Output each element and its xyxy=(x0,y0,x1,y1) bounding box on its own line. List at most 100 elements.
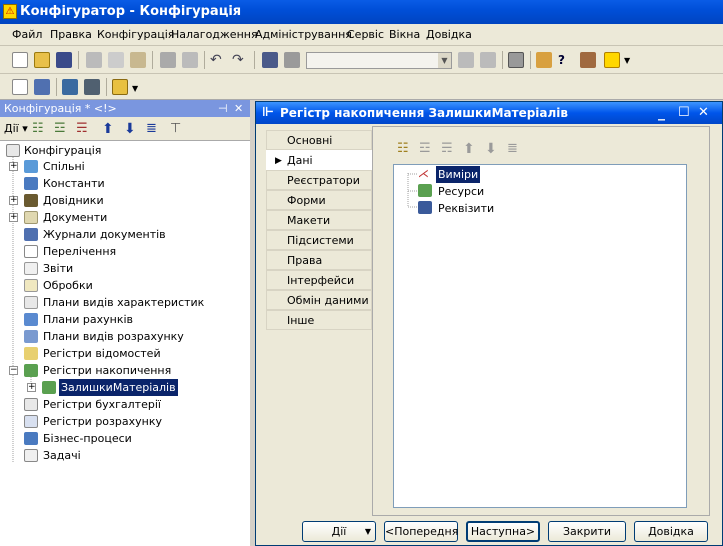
menu-help[interactable]: Довідка xyxy=(426,28,472,41)
tree-item-configuration[interactable]: Конфігурація xyxy=(24,142,101,159)
edit-icon[interactable]: ☲ xyxy=(419,141,435,157)
help-button[interactable]: Довідка xyxy=(634,521,708,542)
tree-item-business-processes[interactable]: Бізнес-процеси xyxy=(43,430,132,447)
tree-item-chart-of-accounts[interactable]: Плани рахунків xyxy=(43,311,133,328)
tab-interfaces[interactable]: Інтерфейси xyxy=(266,270,372,290)
window-icon[interactable] xyxy=(84,79,100,95)
expand-icon[interactable]: + xyxy=(9,213,18,222)
tab-templates[interactable]: Макети xyxy=(266,210,372,230)
app-logo-icon: ⚠ xyxy=(3,4,17,19)
delete-icon[interactable]: ☴ xyxy=(76,121,92,137)
tree-item-catalogs[interactable]: Довідники xyxy=(43,192,104,209)
preview-icon[interactable] xyxy=(182,52,198,68)
actions-button[interactable]: Дії ▼ xyxy=(302,521,376,542)
toolbar-config: ▼ xyxy=(0,74,723,100)
tree-item-char-types[interactable]: Плани видів характеристик xyxy=(43,294,204,311)
move-up-icon[interactable]: ⬆ xyxy=(102,121,118,137)
save-icon[interactable] xyxy=(56,52,72,68)
actions-menu[interactable]: Дії ▾ xyxy=(4,122,28,135)
tab-other[interactable]: Інше xyxy=(266,310,372,330)
undo-icon[interactable]: ↶ xyxy=(210,52,226,68)
common-icon xyxy=(24,160,38,173)
add-icon[interactable]: ☷ xyxy=(32,121,48,137)
bookmark-next-icon[interactable] xyxy=(480,52,496,68)
open-folder-icon[interactable] xyxy=(34,52,50,68)
about-icon[interactable] xyxy=(604,52,620,68)
db-config-icon[interactable] xyxy=(62,79,78,95)
paste-icon[interactable] xyxy=(130,52,146,68)
tab-data-exchange[interactable]: Обмін даними xyxy=(266,290,372,310)
expand-icon[interactable]: + xyxy=(27,383,36,392)
chevron-down-icon[interactable]: ▼ xyxy=(624,56,630,65)
copy-icon[interactable] xyxy=(108,52,124,68)
tree-item-accum-registers[interactable]: Регістри накопичення xyxy=(43,362,171,379)
menu-edit[interactable]: Правка xyxy=(50,28,92,41)
tree-item-journals[interactable]: Журнали документів xyxy=(43,226,166,243)
menu-windows[interactable]: Вікна xyxy=(389,28,420,41)
open-config-icon[interactable] xyxy=(12,79,28,95)
tree-item-enums[interactable]: Перелічення xyxy=(43,243,116,260)
tree-item-common[interactable]: Спільні xyxy=(43,158,85,175)
menu-debug[interactable]: Налагодження xyxy=(171,28,258,41)
tab-basic[interactable]: Основні xyxy=(266,130,372,150)
print-icon[interactable] xyxy=(160,52,176,68)
redo-icon[interactable]: ↷ xyxy=(232,52,248,68)
cut-icon[interactable] xyxy=(86,52,102,68)
tree-item-zalyshky-materialiv[interactable]: ЗалишкиМатеріалів xyxy=(59,379,178,396)
data-tree-attributes[interactable]: Реквізити xyxy=(438,200,494,217)
help-search-icon[interactable]: ? xyxy=(558,52,574,68)
tree-item-reports[interactable]: Звіти xyxy=(43,260,73,277)
menu-file[interactable]: Файл xyxy=(12,28,42,41)
update-db-icon[interactable] xyxy=(34,79,50,95)
close-icon[interactable]: ✕ xyxy=(698,102,709,124)
expand-icon[interactable]: + xyxy=(9,196,18,205)
find-next-icon[interactable] xyxy=(284,52,300,68)
windows-icon[interactable] xyxy=(508,52,524,68)
tab-forms[interactable]: Форми xyxy=(266,190,372,210)
debug-start-icon[interactable] xyxy=(112,79,128,95)
assistant-icon[interactable] xyxy=(536,52,552,68)
tree-item-documents[interactable]: Документи xyxy=(43,209,107,226)
tree-item-constants[interactable]: Константи xyxy=(43,175,105,192)
data-tree-resources[interactable]: Ресурси xyxy=(438,183,484,200)
add-icon[interactable]: ☷ xyxy=(397,141,413,157)
chevron-down-icon[interactable]: ▼ xyxy=(438,53,451,68)
menu-administration[interactable]: Адміністрування xyxy=(255,28,352,41)
tree-item-processing[interactable]: Обробки xyxy=(43,277,93,294)
tab-data[interactable]: ▶ Дані xyxy=(266,150,372,170)
close-button[interactable]: Закрити xyxy=(548,521,626,542)
data-tree-dimensions[interactable]: Виміри xyxy=(436,166,481,183)
new-file-icon[interactable] xyxy=(12,52,28,68)
expand-icon[interactable]: + xyxy=(9,162,18,171)
move-down-icon[interactable]: ⬇ xyxy=(485,141,501,157)
bookmark-prev-icon[interactable] xyxy=(458,52,474,68)
tree-item-accounting-registers[interactable]: Регістри бухгалтерії xyxy=(43,396,161,413)
help-book-icon[interactable] xyxy=(580,52,596,68)
filter-icon[interactable]: ⊤ xyxy=(170,121,186,137)
menu-service[interactable]: Сервіс xyxy=(347,28,384,41)
move-up-icon[interactable]: ⬆ xyxy=(463,141,479,157)
sort-icon[interactable]: ≣ xyxy=(507,141,523,157)
tree-item-info-registers[interactable]: Регістри відомостей xyxy=(43,345,161,362)
find-icon[interactable] xyxy=(262,52,278,68)
maximize-icon[interactable]: ☐ xyxy=(678,102,690,124)
tab-rights[interactable]: Права xyxy=(266,250,372,270)
next-button[interactable]: Наступна> xyxy=(466,521,540,542)
collapse-icon[interactable]: − xyxy=(9,366,18,375)
pin-icon[interactable]: ⊣ xyxy=(218,100,228,117)
move-down-icon[interactable]: ⬇ xyxy=(124,121,140,137)
edit-icon[interactable]: ☲ xyxy=(54,121,70,137)
tab-registrators[interactable]: Реєстратори xyxy=(266,170,372,190)
menu-configuration[interactable]: Конфігурація xyxy=(97,28,174,41)
close-icon[interactable]: ✕ xyxy=(234,100,243,117)
minimize-icon[interactable]: _ xyxy=(658,102,665,124)
search-combo[interactable]: ▼ xyxy=(306,52,452,69)
tab-subsystems[interactable]: Підсистеми xyxy=(266,230,372,250)
tree-item-calc-registers[interactable]: Регістри розрахунку xyxy=(43,413,162,430)
sort-icon[interactable]: ≣ xyxy=(146,121,162,137)
chevron-down-icon[interactable]: ▼ xyxy=(132,84,138,93)
prev-button[interactable]: <Попередня xyxy=(384,521,458,542)
tree-item-tasks[interactable]: Задачі xyxy=(43,447,81,464)
tree-item-calc-types[interactable]: Плани видів розрахунку xyxy=(43,328,184,345)
delete-icon[interactable]: ☴ xyxy=(441,141,457,157)
